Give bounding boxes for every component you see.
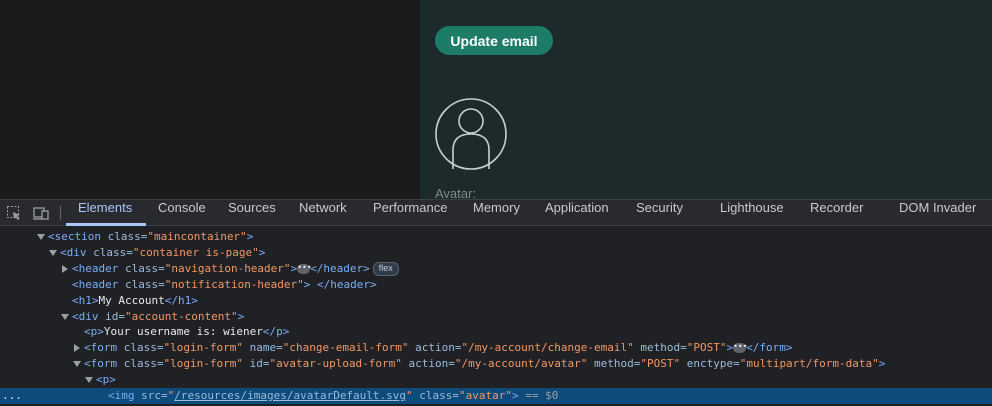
device-toolbar-icon[interactable] xyxy=(33,205,49,221)
tab-lighthouse[interactable]: Lighthouse xyxy=(720,200,784,226)
tab-recorder[interactable]: Recorder xyxy=(810,200,863,226)
dom-node-h1[interactable]: <h1>My Account</h1> xyxy=(0,293,992,309)
tab-performance[interactable]: Performance xyxy=(373,200,447,226)
dom-node-section[interactable]: <section class="maincontainer"> xyxy=(0,229,992,245)
collapse-toggle-icon[interactable] xyxy=(62,265,68,273)
dom-node-p[interactable]: <p> xyxy=(0,372,992,388)
dom-node-change-email-form[interactable]: <form class="login-form" name="change-em… xyxy=(0,340,992,356)
page-left-pane xyxy=(0,0,420,199)
dom-node-notification-header[interactable]: <header class="notification-header"> </h… xyxy=(0,277,992,293)
toolbar-divider xyxy=(60,206,61,220)
tab-memory[interactable]: Memory xyxy=(473,200,520,226)
tab-dom-invader[interactable]: DOM Invader xyxy=(899,200,976,226)
expand-toggle-icon[interactable] xyxy=(61,314,69,320)
expand-toggle-icon[interactable] xyxy=(37,234,45,240)
ellipsis-icon[interactable]: ••• xyxy=(733,343,748,353)
collapse-toggle-icon[interactable] xyxy=(74,344,80,352)
expand-toggle-icon[interactable] xyxy=(73,361,81,367)
expand-toggle-icon[interactable] xyxy=(85,377,93,383)
dom-node-account-content[interactable]: <div id="account-content"> xyxy=(0,309,992,325)
avatar-src-link[interactable]: /resources/images/avatarDefault.svg xyxy=(174,389,406,402)
expand-toggle-icon[interactable] xyxy=(49,250,57,256)
ellipsis-icon[interactable]: ••• xyxy=(297,264,312,274)
tab-sources[interactable]: Sources xyxy=(228,200,276,226)
avatar-icon xyxy=(435,98,507,170)
more-options-icon[interactable]: ... xyxy=(2,388,22,404)
update-email-button[interactable]: Update email xyxy=(435,26,553,55)
dom-node-navigation-header[interactable]: <header class="navigation-header">•••</h… xyxy=(0,261,992,277)
tab-application[interactable]: Application xyxy=(545,200,609,226)
dom-tree: <section class="maincontainer"> <div cla… xyxy=(0,226,992,406)
dom-node-avatar-upload-form[interactable]: <form class="login-form" id="avatar-uplo… xyxy=(0,356,992,372)
inspect-element-icon[interactable] xyxy=(6,205,22,221)
dom-node-div-container[interactable]: <div class="container is-page"> xyxy=(0,245,992,261)
tab-security[interactable]: Security xyxy=(636,200,683,226)
tab-console[interactable]: Console xyxy=(158,200,206,226)
flex-badge[interactable]: flex xyxy=(372,262,399,276)
devtools-toolbar: Elements Console Sources Network Perform… xyxy=(0,199,992,226)
dom-node-p-username[interactable]: <p>Your username is: wiener</p> xyxy=(0,324,992,340)
tab-network[interactable]: Network xyxy=(299,200,347,226)
dom-node-img-avatar-selected[interactable]: ... <img src="/resources/images/avatarDe… xyxy=(0,388,992,404)
